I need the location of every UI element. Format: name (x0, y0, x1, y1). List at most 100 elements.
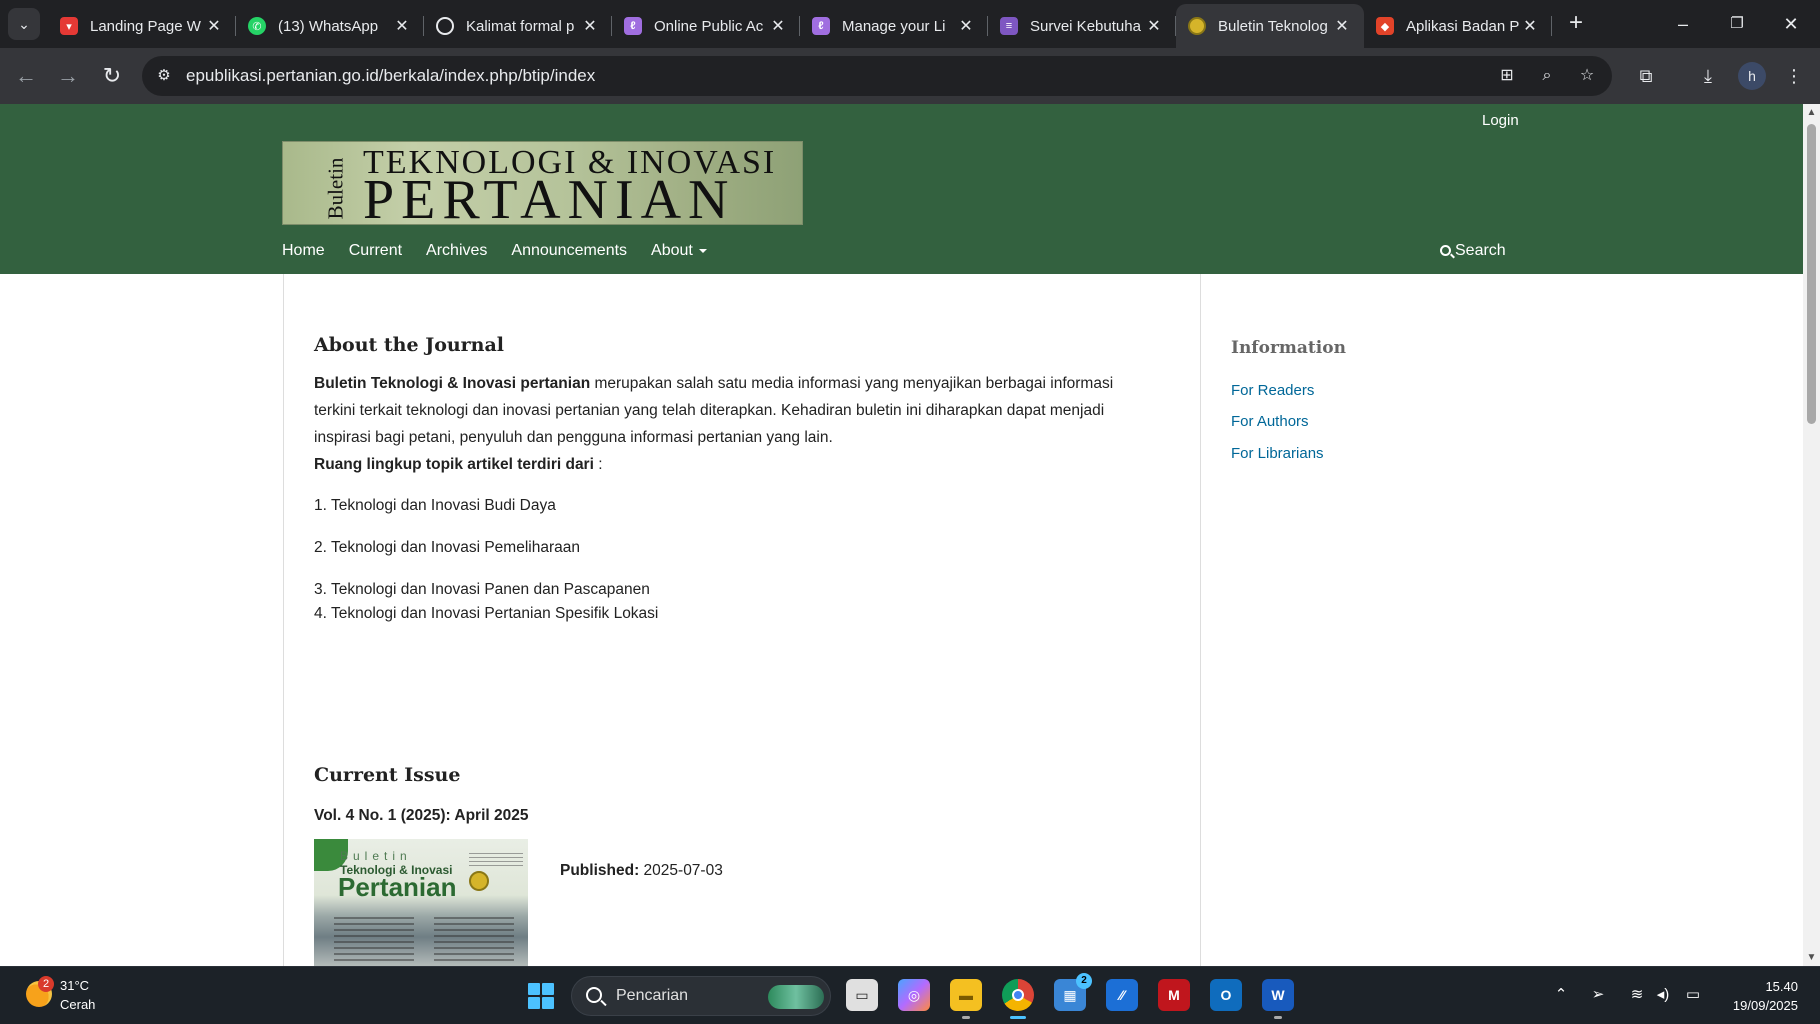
nav-announcements[interactable]: Announcements (511, 242, 627, 266)
mcafee-icon[interactable]: M (1158, 979, 1190, 1011)
search-highlight-image (768, 985, 824, 1009)
nav-home[interactable]: Home (282, 242, 325, 266)
cover-small-text (469, 853, 523, 867)
nav-current[interactable]: Current (349, 242, 402, 266)
tab-title: Online Public Ac (654, 17, 764, 35)
vpn-app-icon[interactable]: ⁄⁄ (1106, 979, 1138, 1011)
tab-landing-page[interactable]: ▾ Landing Page W ✕ (48, 4, 236, 48)
cover-article-text (434, 917, 514, 961)
zoom-icon[interactable]: ⌕ (1534, 64, 1560, 88)
search-link[interactable]: Search (1440, 242, 1506, 260)
scope-heading: Ruang lingkup topik artikel terdiri dari… (314, 456, 603, 474)
logo-vertical-text: Buletin (323, 157, 348, 220)
sidebar-link-authors[interactable]: For Authors (1231, 413, 1309, 430)
location-icon[interactable]: ➢ (1587, 985, 1609, 1003)
tab-search-button[interactable]: ⌄ (8, 8, 40, 40)
reload-icon[interactable]: ↻ (96, 60, 128, 92)
browser-toolbar: ← → ↻ ⚙ epublikasi.pertanian.go.id/berka… (0, 48, 1820, 104)
forward-arrow-icon[interactable]: → (52, 60, 84, 92)
wifi-icon[interactable]: ≋ (1626, 985, 1648, 1003)
windows-start-icon[interactable] (528, 983, 554, 1009)
cover-line1: Buletin (340, 849, 412, 863)
task-view-icon[interactable]: ▭ (846, 979, 878, 1011)
volume-icon[interactable]: ◂) (1652, 985, 1674, 1003)
close-icon[interactable]: ✕ (580, 16, 600, 36)
microsoft-store-icon[interactable]: ▦ 2 (1054, 973, 1092, 1011)
address-bar[interactable]: ⚙ epublikasi.pertanian.go.id/berkala/ind… (142, 56, 1612, 96)
menu-dots-icon[interactable]: ⋮ (1778, 60, 1810, 92)
translate-icon[interactable]: ⊞ (1494, 64, 1520, 88)
web-page: Login Buletin TEKNOLOGI & INOVASI PERTAN… (0, 104, 1803, 966)
download-icon[interactable]: ⤓ (1692, 60, 1724, 92)
copilot-icon[interactable]: ◎ (898, 979, 930, 1011)
cover-line3: Pertanian (338, 872, 457, 902)
issue-cover-image[interactable]: Buletin Teknologi & Inovasi Pertanian (314, 839, 528, 966)
sidebar-link-librarians[interactable]: For Librarians (1231, 445, 1324, 462)
scope-heading-bold: Ruang lingkup topik artikel terdiri dari (314, 456, 594, 473)
close-icon[interactable]: ✕ (768, 16, 788, 36)
tab-whatsapp[interactable]: ✆ (13) WhatsApp ✕ (236, 4, 424, 48)
restore-icon[interactable]: ❐ (1714, 8, 1760, 40)
scope-item: 3. Teknologi dan Inovasi Panen dan Pasca… (314, 581, 650, 598)
word-icon[interactable]: W (1262, 979, 1294, 1019)
tray-expand-icon[interactable]: ⌃ (1550, 985, 1572, 1003)
search-icon (1440, 245, 1451, 256)
minimize-icon[interactable]: – (1660, 8, 1706, 40)
current-issue-heading: Current Issue (314, 764, 461, 786)
close-icon[interactable]: ✕ (204, 16, 224, 36)
windows-taskbar: 2 31°C Cerah Pencarian ▭ ◎ ▬ ▦ 2 ⁄⁄ M O W… (0, 966, 1820, 1024)
taskbar-search-placeholder: Pencarian (616, 987, 689, 1004)
new-tab-button[interactable]: + (1562, 10, 1590, 38)
nav-about[interactable]: About (651, 242, 707, 266)
tab-aplikasi-badan[interactable]: ◆ Aplikasi Badan P ✕ (1364, 4, 1552, 48)
tab-title: Buletin Teknolog (1218, 17, 1328, 35)
sidebar-link-readers[interactable]: For Readers (1231, 382, 1314, 399)
url-text[interactable]: epublikasi.pertanian.go.id/berkala/index… (186, 66, 595, 86)
sidebar-heading: Information (1231, 338, 1346, 358)
nav-archives[interactable]: Archives (426, 242, 487, 266)
tab-online-public-access[interactable]: ℓ Online Public Ac ✕ (612, 4, 800, 48)
chrome-icon[interactable] (1002, 979, 1034, 1019)
tab-kalimat-formal[interactable]: Kalimat formal p ✕ (424, 4, 612, 48)
clock-time[interactable]: 15.40 (1738, 979, 1798, 994)
outlook-icon[interactable]: O (1210, 979, 1242, 1011)
login-link[interactable]: Login (1482, 112, 1519, 129)
search-label: Search (1455, 242, 1506, 259)
gift-red-icon: ▾ (60, 17, 78, 35)
file-explorer-icon[interactable]: ▬ (950, 979, 982, 1019)
close-icon[interactable]: ✕ (956, 16, 976, 36)
back-arrow-icon[interactable]: ← (10, 60, 42, 92)
about-bold: Buletin Teknologi & Inovasi pertanian (314, 375, 591, 392)
weather-temperature[interactable]: 31°C (60, 978, 89, 993)
scope-colon: : (593, 456, 603, 473)
tab-manage-your[interactable]: ℓ Manage your Li ✕ (800, 4, 988, 48)
scroll-up-icon[interactable]: ▲ (1806, 107, 1817, 118)
bookmark-star-icon[interactable]: ☆ (1574, 64, 1600, 88)
tab-strip: ▾ Landing Page W ✕ ✆ (13) WhatsApp ✕ Kal… (48, 4, 1552, 48)
window-close-icon[interactable]: ✕ (1768, 8, 1814, 40)
scroll-down-icon[interactable]: ▼ (1806, 952, 1817, 963)
extensions-icon[interactable]: ⧉ (1630, 60, 1662, 92)
close-icon[interactable]: ✕ (1520, 16, 1540, 36)
scroll-thumb[interactable] (1807, 124, 1816, 424)
site-info-icon[interactable]: ⚙ (154, 66, 174, 86)
tab-buletin-teknologi[interactable]: Buletin Teknolog ✕ (1176, 4, 1364, 48)
close-icon[interactable]: ✕ (1144, 16, 1164, 36)
profile-avatar[interactable]: h (1738, 62, 1766, 90)
battery-icon[interactable]: ▭ (1682, 985, 1704, 1003)
weather-description[interactable]: Cerah (60, 997, 95, 1012)
page-scrollbar[interactable]: ▲ ▼ (1803, 104, 1820, 966)
issue-title[interactable]: Vol. 4 No. 1 (2025): April 2025 (314, 807, 529, 825)
close-icon[interactable]: ✕ (392, 16, 412, 36)
journal-logo[interactable]: Buletin TEKNOLOGI & INOVASI PERTANIAN (282, 141, 803, 225)
close-icon[interactable]: ✕ (1332, 16, 1352, 36)
tab-title: Kalimat formal p (466, 17, 575, 35)
scope-item: 2. Teknologi dan Inovasi Pemeliharaan (314, 539, 580, 556)
whatsapp-icon: ✆ (248, 17, 266, 35)
tab-survei-kebutuhan[interactable]: ≡ Survei Kebutuha ✕ (988, 4, 1176, 48)
openai-icon (436, 17, 454, 35)
taskbar-search[interactable]: Pencarian (571, 976, 831, 1016)
clock-date[interactable]: 19/09/2025 (1718, 998, 1798, 1013)
tab-title: Manage your Li (842, 17, 946, 35)
forms-icon: ≡ (1000, 17, 1018, 35)
